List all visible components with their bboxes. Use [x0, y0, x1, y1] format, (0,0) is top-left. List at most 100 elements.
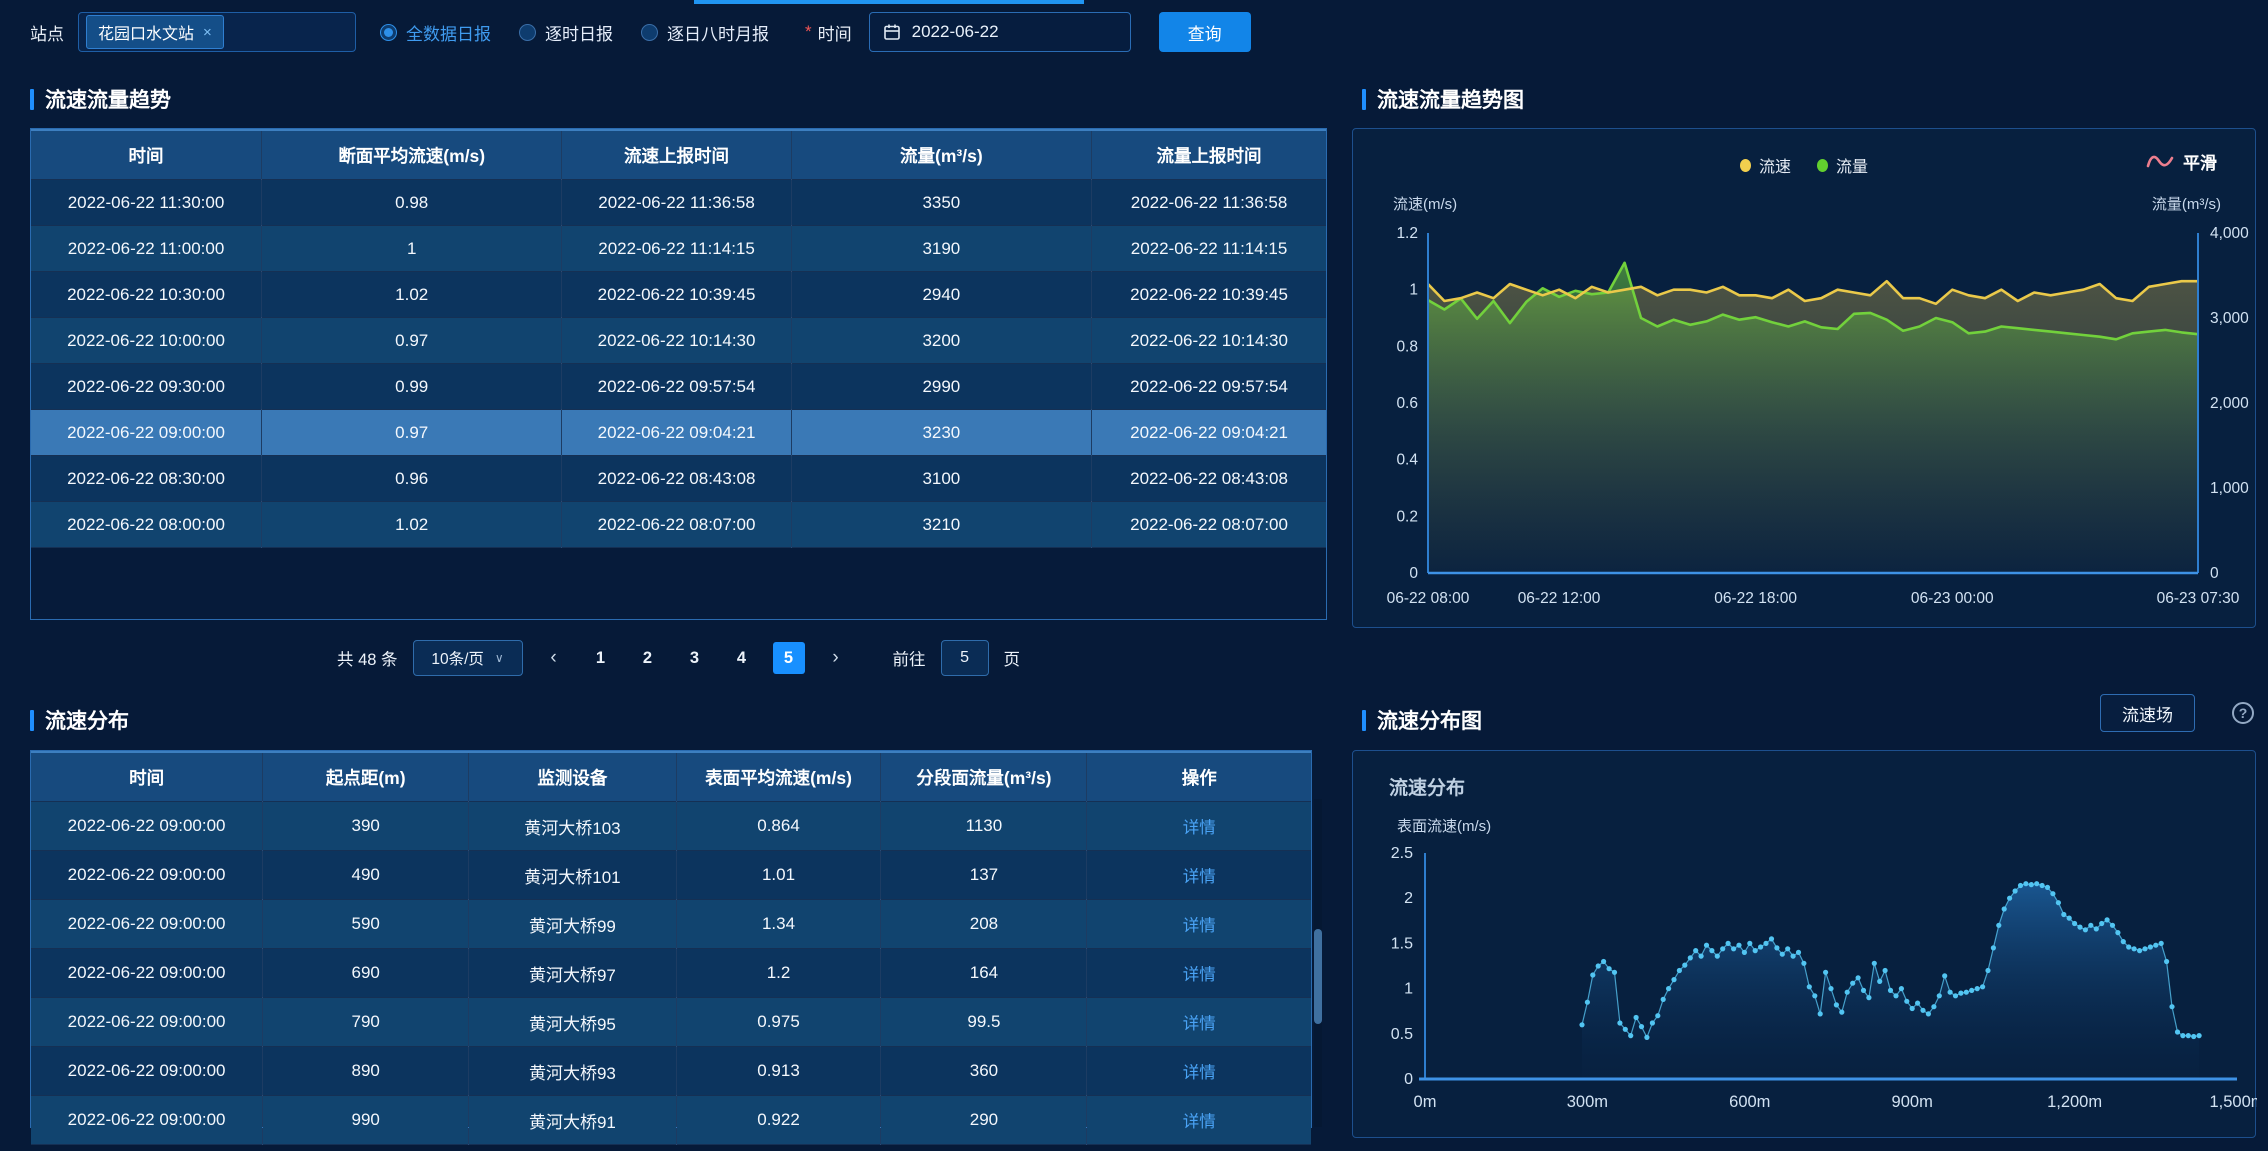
table-row[interactable]: 2022-06-22 08:00:001.022022-06-22 08:07:… — [31, 502, 1326, 548]
svg-text:3,000: 3,000 — [2210, 310, 2249, 327]
column-header: 时间 — [31, 130, 262, 180]
table-cell: 黄河大桥93 — [469, 1047, 676, 1096]
table-cell: 2022-06-22 10:14:30 — [562, 318, 791, 364]
svg-text:2.5: 2.5 — [1391, 845, 1413, 862]
next-page-button[interactable]: › — [820, 642, 852, 674]
table-cell: 2940 — [791, 272, 1091, 318]
velocity-field-button[interactable]: 流速场 — [2100, 694, 2195, 732]
page-button[interactable]: 3 — [679, 642, 711, 674]
detail-link[interactable]: 详情 — [1183, 1015, 1216, 1033]
goto-page-input[interactable]: 5 — [941, 640, 989, 676]
table-cell: 0.922 — [676, 1096, 881, 1145]
top-scroll-indicator[interactable] — [694, 0, 1084, 4]
detail-link[interactable]: 详情 — [1183, 1064, 1216, 1082]
table-scrollbar — [1314, 799, 1322, 1127]
action-cell: 详情 — [1087, 998, 1311, 1047]
action-cell: 详情 — [1087, 802, 1311, 851]
detail-link[interactable]: 详情 — [1183, 966, 1216, 984]
svg-text:0: 0 — [1404, 1071, 1413, 1088]
table-row[interactable]: 2022-06-22 10:00:000.972022-06-22 10:14:… — [31, 318, 1326, 364]
trend-table: 时间断面平均流速(m/s)流速上报时间流量(m³/s)流量上报时间 2022-0… — [30, 128, 1327, 620]
page-button[interactable]: 4 — [726, 642, 758, 674]
table-row[interactable]: 2022-06-22 11:00:001 2022-06-22 11:14:153… — [31, 226, 1326, 272]
table-row[interactable]: 2022-06-22 11:30:000.982022-06-22 11:36:… — [31, 180, 1326, 226]
table-row[interactable]: 2022-06-22 09:00:00690黄河大桥971.2164详情 — [31, 949, 1311, 998]
table-cell: 2022-06-22 09:00:00 — [31, 802, 263, 851]
legend-label: 流速 — [1759, 153, 1791, 177]
table-cell: 2022-06-22 11:36:58 — [1092, 180, 1326, 226]
legend-item[interactable]: 流速 — [1740, 153, 1791, 177]
table-cell: 2022-06-22 11:00:00 — [31, 226, 262, 272]
table-row[interactable]: 2022-06-22 10:30:001.022022-06-22 10:39:… — [31, 272, 1326, 318]
radio-report-type[interactable]: 逐日八时月报 — [641, 20, 769, 45]
table-cell: 0.97 — [262, 318, 562, 364]
trend-chart-panel: 流速流量 平滑 流速(m/s) 流量(m³/s) 00.20.40.60.811… — [1352, 128, 2256, 628]
table-cell: 3350 — [791, 180, 1091, 226]
svg-text:4,000: 4,000 — [2210, 225, 2249, 242]
table-cell: 1130 — [881, 802, 1087, 851]
dist-chart-panel: 流速分布 表面流速(m/s) 00.511.522.50m300m600m900… — [1352, 750, 2256, 1138]
station-tag-label: 花园口水文站 — [98, 20, 194, 44]
smooth-toggle[interactable]: 平滑 — [2146, 149, 2217, 174]
table-row[interactable]: 2022-06-22 09:00:00590黄河大桥991.34208详情 — [31, 900, 1311, 949]
table-cell: 0.97 — [262, 410, 562, 456]
tag-close-icon[interactable]: × — [203, 25, 212, 40]
svg-text:0: 0 — [1409, 565, 1418, 582]
radio-icon — [380, 24, 397, 41]
table-row[interactable]: 2022-06-22 09:00:000.972022-06-22 09:04:… — [31, 410, 1326, 456]
svg-text:06-22 18:00: 06-22 18:00 — [1714, 590, 1797, 607]
title-accent-bar — [1362, 89, 1366, 110]
page-size-select[interactable]: 10条/页 ∨ — [413, 640, 523, 676]
trend-title-text: 流速流量趋势 — [45, 84, 171, 114]
help-icon[interactable]: ? — [2232, 702, 2254, 724]
trend-chart-svg: 00.20.40.60.811.201,0002,0003,0004,00006… — [1353, 221, 2257, 621]
table-cell: 2022-06-22 11:14:15 — [1092, 226, 1326, 272]
svg-text:600m: 600m — [1729, 1093, 1770, 1111]
table-cell: 0.975 — [676, 998, 881, 1047]
radio-report-type[interactable]: 全数据日报 — [380, 20, 491, 45]
table-row[interactable]: 2022-06-22 09:00:00390黄河大桥1030.8641130详情 — [31, 802, 1311, 851]
column-header: 监测设备 — [469, 752, 676, 802]
station-select[interactable]: 花园口水文站 × — [78, 12, 356, 52]
goto-page-value: 5 — [960, 649, 969, 667]
trend-chart-title-text: 流速流量趋势图 — [1377, 84, 1524, 114]
table-cell: 3190 — [791, 226, 1091, 272]
table-cell: 990 — [263, 1096, 469, 1145]
table-cell: 99.5 — [881, 998, 1087, 1047]
detail-link[interactable]: 详情 — [1183, 1113, 1216, 1131]
table-cell: 2022-06-22 08:07:00 — [562, 502, 791, 548]
table-row[interactable]: 2022-06-22 09:00:00490黄河大桥1011.01137详情 — [31, 851, 1311, 900]
detail-link[interactable]: 详情 — [1183, 917, 1216, 935]
detail-link[interactable]: 详情 — [1183, 868, 1216, 886]
dist-section-title: 流速分布 — [30, 705, 129, 735]
table-cell: 890 — [263, 1047, 469, 1096]
page-buttons: 12345 — [585, 642, 805, 674]
table-cell: 2022-06-22 10:39:45 — [562, 272, 791, 318]
action-cell: 详情 — [1087, 1096, 1311, 1145]
prev-page-button[interactable]: ‹ — [538, 642, 570, 674]
table-row[interactable]: 2022-06-22 08:30:000.962022-06-22 08:43:… — [31, 456, 1326, 502]
legend-item[interactable]: 流量 — [1817, 153, 1868, 177]
column-header: 流量上报时间 — [1092, 130, 1326, 180]
query-button[interactable]: 查询 — [1159, 12, 1251, 52]
svg-text:06-22 08:00: 06-22 08:00 — [1387, 590, 1470, 607]
svg-text:1,000: 1,000 — [2210, 480, 2249, 497]
page-button[interactable]: 1 — [585, 642, 617, 674]
svg-text:0m: 0m — [1414, 1093, 1437, 1111]
table-row[interactable]: 2022-06-22 09:00:00990黄河大桥910.922290详情 — [31, 1096, 1311, 1145]
page-button[interactable]: 2 — [632, 642, 664, 674]
radio-report-type[interactable]: 逐时日报 — [519, 20, 613, 45]
radio-label: 逐日八时月报 — [667, 20, 769, 45]
scrollbar-thumb[interactable] — [1314, 929, 1322, 1024]
detail-link[interactable]: 详情 — [1183, 819, 1216, 837]
table-row[interactable]: 2022-06-22 09:00:00890黄河大桥930.913360详情 — [31, 1047, 1311, 1096]
table-row[interactable]: 2022-06-22 09:30:000.992022-06-22 09:57:… — [31, 364, 1326, 410]
table-row[interactable]: 2022-06-22 09:00:00790黄河大桥950.97599.5详情 — [31, 998, 1311, 1047]
table-cell: 0.99 — [262, 364, 562, 410]
date-input[interactable]: 2022-06-22 — [869, 12, 1131, 52]
table-cell: 1 — [262, 226, 562, 272]
action-cell: 详情 — [1087, 851, 1311, 900]
date-value: 2022-06-22 — [912, 22, 999, 42]
table-cell: 2022-06-22 09:57:54 — [1092, 364, 1326, 410]
page-button[interactable]: 5 — [773, 642, 805, 674]
